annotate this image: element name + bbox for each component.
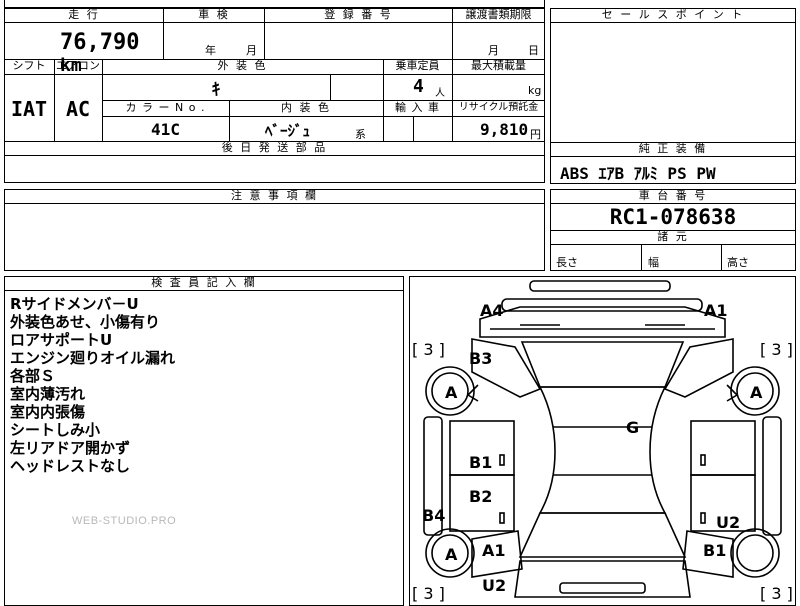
mark-bracket-3: [ 3 ]	[760, 340, 793, 359]
interior-color-value: ﾍﾞｰｼﾞｭ 系	[229, 117, 383, 142]
top-strip	[4, 0, 545, 8]
import-header: 輸 入 車	[395, 101, 440, 114]
note-line: 室内薄汚れ	[10, 385, 86, 403]
interior-color-header: 内 装 色	[281, 101, 331, 114]
registration-header: 登 録 番 号	[264, 8, 453, 23]
mark-tire-a: A	[445, 383, 458, 402]
mark-bracket-3: [ 3 ]	[412, 584, 445, 603]
recycle-value: 9,810 円	[452, 117, 545, 142]
transfer-header: 譲渡書類期限	[452, 8, 545, 23]
later-parts-header: 後 日 発 送 部 品	[4, 141, 545, 156]
note-line: Rサイドメンバ－U	[10, 295, 139, 313]
color-no-value: 41C	[151, 120, 180, 139]
exterior-color-header: 外 装 色	[217, 59, 268, 72]
mark-tire-a: A	[445, 545, 458, 564]
vehicle-diagram: A4 A1 [ 3 ] [ 3 ] B3 A A G B1 B2 B4 U2 A…	[409, 276, 796, 606]
capacity-value: 4 人	[383, 76, 452, 100]
note-line: 各部Ｓ	[10, 367, 56, 385]
mark-a1-left: A1	[482, 541, 506, 560]
interior-color-suffix: 系	[355, 128, 366, 141]
color-no-header: カ ラ ー N o .	[125, 101, 206, 114]
mark-bracket-3: [ 3 ]	[412, 340, 445, 359]
interior-color-text: ﾍﾞｰｼﾞｭ	[265, 122, 311, 140]
inspection-month: 月	[246, 44, 257, 57]
inspection-header: 車 検	[163, 8, 265, 23]
max-load-header: 最大積載量	[471, 59, 526, 72]
mark-u2-bottom: U2	[482, 576, 507, 595]
inspection-year: 年	[205, 44, 216, 57]
inspector-notes: Rサイドメンバ－U 外装色あせ、小傷有り ロアサポートU エンジン廻りオイル漏れ…	[10, 295, 175, 475]
note-line: ロアサポートU	[10, 331, 113, 349]
equipment-value: ABS ｴｱB ｱﾙﾐ PS PW	[560, 164, 716, 183]
capacity-number: 4	[413, 76, 424, 97]
capacity-header: 乗車定員	[395, 59, 440, 72]
car-outline-diagram	[423, 280, 782, 598]
chassis-header: 車 台 番 号	[550, 189, 796, 204]
mark-g: G	[626, 418, 640, 437]
spec-length: 長さ	[556, 256, 578, 269]
specs-header: 諸 元	[550, 230, 796, 245]
recycle-unit: 円	[530, 128, 541, 141]
shift-value: IAT	[10, 97, 48, 121]
mark-a1-top: A1	[704, 301, 728, 320]
mark-bracket-3: [ 3 ]	[760, 584, 793, 603]
note-line: 室内内張傷	[10, 403, 86, 421]
chassis-value: RC1-078638	[609, 205, 737, 229]
caution-header: 注 意 事 項 欄	[4, 189, 545, 204]
watermark: WEB-STUDIO.PRO	[72, 515, 177, 527]
transfer-day: 日	[528, 44, 539, 57]
mark-u2-right: U2	[716, 513, 741, 532]
recycle-number: 9,810	[480, 120, 529, 139]
aircon-header: エアコン	[56, 59, 100, 72]
genuine-equipment-header: 純 正 装 備	[550, 142, 796, 157]
exterior-color-value: ｷ	[211, 80, 221, 100]
mark-tire-a: A	[750, 383, 763, 402]
sales-point-header: セ ー ル ス ポ イ ン ト	[550, 8, 796, 23]
note-line: 外装色あせ、小傷有り	[10, 313, 161, 331]
mileage-number: 76,790	[60, 30, 140, 55]
shift-header: シフト	[12, 59, 46, 72]
mark-b1-left: B1	[469, 453, 493, 472]
max-load-unit: kg	[528, 84, 542, 97]
note-line: 左リアドア開かず	[10, 439, 131, 457]
mileage-header: 走 行	[4, 8, 164, 23]
aircon-value: AC	[65, 97, 91, 121]
note-line: ヘッドレストなし	[10, 457, 131, 475]
mark-b2: B2	[469, 487, 493, 506]
mark-b3: B3	[469, 349, 493, 368]
mark-a4: A4	[480, 301, 504, 320]
capacity-unit: 人	[435, 88, 445, 99]
spec-height: 高さ	[727, 256, 749, 269]
mileage-value: 76,790 km	[60, 30, 164, 76]
spec-width: 幅	[648, 256, 659, 269]
note-line: シートしみ小	[10, 421, 101, 439]
note-line: エンジン廻りオイル漏れ	[10, 349, 176, 367]
inspector-header: 検 査 員 記 入 欄	[4, 276, 404, 291]
mark-b4: B4	[422, 506, 446, 525]
transfer-month: 月	[488, 44, 499, 57]
recycle-header: リサイクル預託金	[458, 102, 539, 113]
mark-b1-right: B1	[703, 541, 727, 560]
sales-point-block	[550, 8, 796, 143]
